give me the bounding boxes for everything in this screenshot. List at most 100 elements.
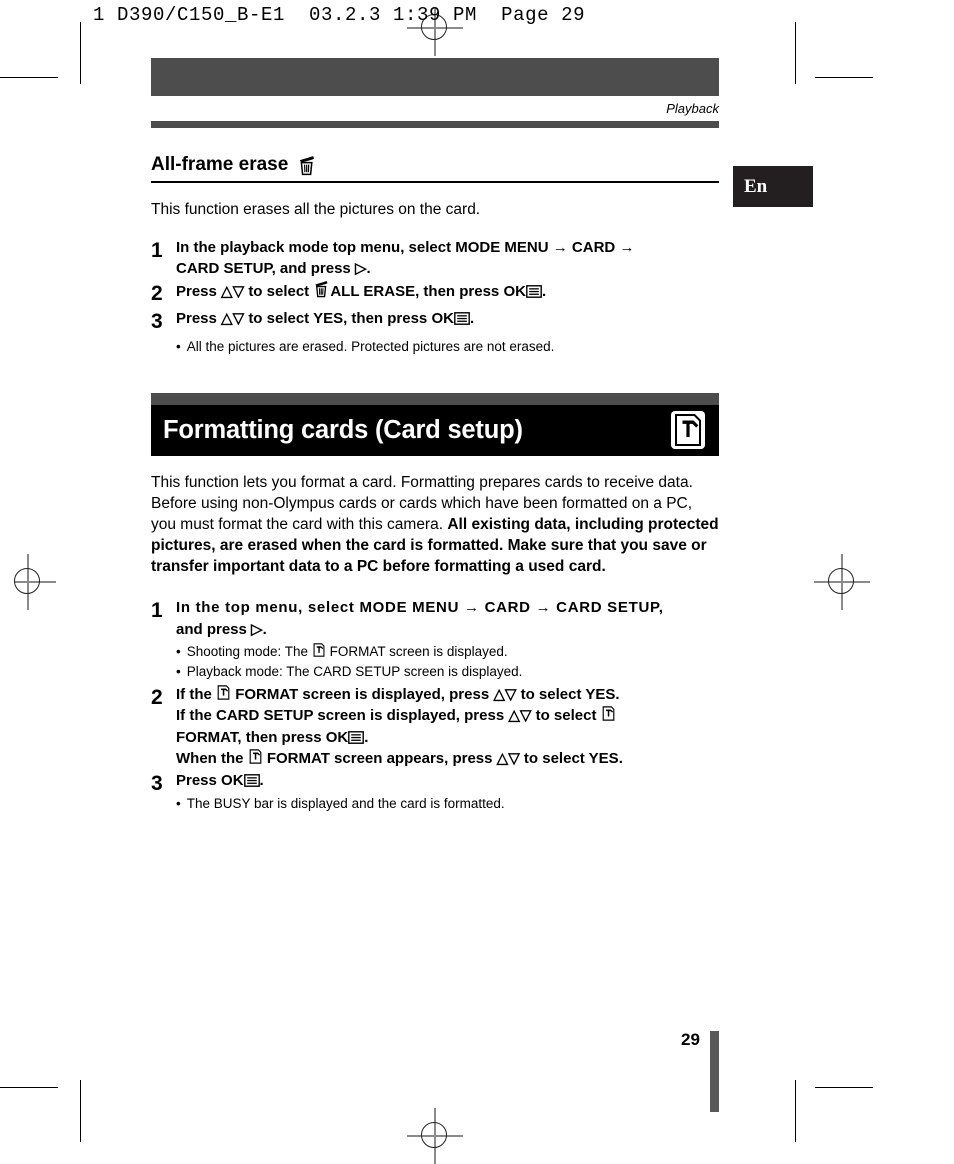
triangle-up-icon: △ [496, 749, 509, 767]
triangle-right-icon: ▷ [251, 620, 263, 638]
step-text-part: FORMAT screen appears, press [266, 749, 493, 767]
page-number-bar [710, 1031, 719, 1112]
crop-mark-top-right-horizontal [815, 77, 873, 78]
arrow-right-icon: → [464, 599, 480, 617]
page-content: Playback All-frame erase This function e… [151, 0, 719, 816]
step-text: Press OK. • The BUSY bar is displayed an… [176, 770, 719, 815]
erase-steps-list: 1 In the playback mode top menu, select … [151, 237, 719, 357]
format-step1-notes: • Shooting mode: The FORMAT screen is di… [176, 642, 719, 681]
triangle-down-icon: ▽ [232, 310, 245, 328]
triangle-down-icon: ▽ [232, 283, 245, 301]
bullet-dot-icon: • [176, 643, 181, 659]
step-text-part: . [366, 260, 371, 278]
triangle-right-icon: ▷ [354, 260, 367, 278]
section-intro-text: This function erases all the pictures on… [151, 201, 481, 218]
arrow-right-icon: → [535, 599, 552, 617]
registration-mark-right [814, 554, 870, 610]
step-number: 1 [151, 599, 163, 623]
step-text-part: When the [176, 749, 244, 767]
ok-label: OK [431, 310, 454, 328]
card-format-icon [312, 642, 326, 658]
note-item: • Shooting mode: The FORMAT screen is di… [176, 642, 719, 662]
step-text-part: If the [176, 686, 212, 704]
language-tab-en: En [733, 166, 813, 207]
format-section-banner: Formatting cards (Card setup) [151, 392, 719, 456]
triangle-up-icon: △ [221, 283, 233, 301]
step-number: 3 [151, 772, 163, 796]
bullet-dot-icon: • [176, 795, 181, 811]
triangle-up-icon: △ [493, 686, 505, 704]
step-text: If the FORMAT screen is displayed, press… [176, 684, 719, 769]
running-head: Playback [666, 101, 719, 116]
step-text-part: CARD [571, 238, 616, 256]
format-step-3: 3 Press OK. • The BUSY bar is displayed … [151, 770, 719, 815]
step-text: Press △▽ to select ALL ERASE, then press… [176, 280, 719, 302]
trash-icon [313, 280, 330, 298]
step-text-part: to select [535, 707, 597, 725]
erase-notes: • All the pictures are erased. Protected… [176, 337, 719, 357]
step-text-part: . [541, 283, 547, 301]
step-text-part: Press [176, 310, 217, 328]
bullet-dot-icon: • [176, 663, 181, 679]
crop-mark-top-left-horizontal [0, 77, 58, 78]
step-text-part: Press [176, 772, 217, 790]
step-text-part: . [469, 310, 475, 328]
step-text: Press △▽ to select YES, then press OK. [176, 308, 719, 329]
note-text-part: FORMAT screen is displayed. [329, 643, 508, 659]
registration-mark-bottom-center [407, 1108, 463, 1164]
step-text-part: FORMAT, then press [176, 728, 322, 746]
crop-mark-top-right-vertical [795, 22, 796, 84]
step-text-part: In the playback mode top menu, select MO… [176, 238, 549, 256]
format-step3-notes: • The BUSY bar is displayed and the card… [176, 794, 719, 814]
step-text-part: ALL ERASE, then press [330, 283, 500, 301]
step-text-part: If the CARD SETUP screen is displayed, p… [176, 707, 505, 725]
triangle-down-icon: ▽ [508, 749, 520, 767]
note-text: All the pictures are erased. Protected p… [186, 339, 555, 355]
step-text: In the top menu, select MODE MENU → CARD… [176, 597, 719, 683]
trash-icon [297, 155, 317, 176]
ok-label: OK [503, 283, 526, 301]
format-intro-paragraph: This function lets you format a card. Fo… [151, 472, 719, 577]
step-text-part: CARD [484, 599, 531, 617]
step-text-part: . [364, 728, 369, 746]
triangle-up-icon: △ [221, 310, 233, 328]
crop-mark-bottom-left-vertical [80, 1080, 81, 1142]
card-format-icon [601, 705, 616, 722]
erase-step-2: 2 Press △▽ to select ALL ERASE, then pre… [151, 280, 719, 307]
erase-step-3: 3 Press △▽ to select YES, then press OK. [151, 308, 719, 335]
step-text-part: . [259, 772, 264, 790]
step-number: 3 [151, 310, 163, 334]
note-item: • All the pictures are erased. Protected… [176, 337, 719, 357]
ok-button-glyph: OK [221, 770, 260, 791]
triangle-down-icon: ▽ [504, 686, 517, 704]
format-step-1: 1 In the top menu, select MODE MENU → CA… [151, 597, 719, 683]
step-text-part: In the top menu, select MODE MENU [176, 599, 460, 617]
crop-mark-bottom-right-vertical [795, 1080, 796, 1142]
note-item: • The BUSY bar is displayed and the card… [176, 794, 719, 814]
step-text-part: . [262, 620, 267, 638]
menu-list-icon [526, 285, 542, 299]
ok-label: OK [325, 728, 349, 746]
triangle-up-icon: △ [508, 707, 520, 725]
erase-step-1: 1 In the playback mode top menu, select … [151, 237, 719, 280]
step-text-part: to select YES. [523, 749, 623, 767]
page-number: 29 [681, 1030, 700, 1049]
section-heading-label: All-frame erase [151, 154, 289, 175]
banner-title-label: Formatting cards (Card setup) [163, 415, 523, 444]
banner-black-bar: Formatting cards (Card setup) [151, 404, 719, 456]
triangle-down-icon: ▽ [519, 707, 532, 725]
page-top-gray-bar [151, 58, 719, 96]
menu-list-icon [454, 312, 470, 326]
card-format-icon [671, 411, 705, 450]
step-text-part: FORMAT screen is displayed, press [235, 686, 490, 704]
ok-label: OK [221, 772, 244, 790]
note-text: Shooting mode: The FORMAT screen is disp… [187, 642, 508, 662]
ok-button-glyph: OK [431, 308, 470, 329]
step-text-part: to select YES, then press [248, 310, 428, 328]
step-text-part: CARD SETUP, [556, 599, 664, 617]
note-item: • Playback mode: The CARD SETUP screen i… [176, 662, 719, 682]
step-text-part: to select YES. [520, 686, 620, 704]
card-format-icon [216, 684, 231, 701]
bullet-dot-icon: • [176, 339, 181, 355]
crop-mark-bottom-left-horizontal [0, 1087, 58, 1088]
